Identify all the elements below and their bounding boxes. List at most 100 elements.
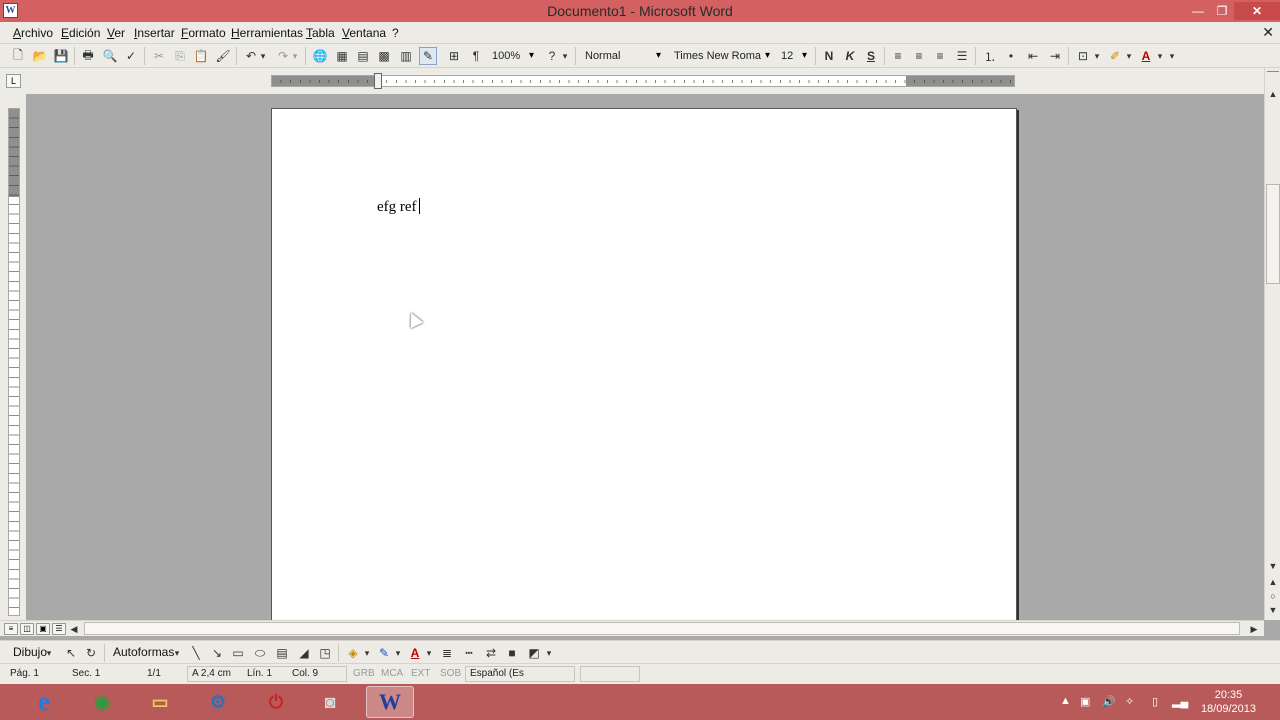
arrow-icon[interactable]: ↘ bbox=[208, 644, 226, 662]
tab-selector[interactable]: L bbox=[6, 74, 21, 88]
scroll-left-icon[interactable]: ◀ bbox=[68, 623, 80, 635]
print-icon[interactable]: 🖶 bbox=[79, 47, 97, 65]
line-icon[interactable]: ╲ bbox=[187, 644, 205, 662]
align-left-icon[interactable]: ≡ bbox=[889, 47, 907, 65]
next-page-icon[interactable]: ▼ bbox=[1267, 604, 1279, 616]
undo-dropdown-icon[interactable]: ▾ bbox=[258, 47, 268, 65]
rectangle-icon[interactable]: ▭ bbox=[229, 644, 247, 662]
fill-color-icon[interactable]: ◈ bbox=[344, 644, 362, 662]
select-objects-icon[interactable]: ↖ bbox=[62, 644, 80, 662]
status-record-macro[interactable]: GRB bbox=[353, 668, 375, 679]
3d-style-icon[interactable]: ◩ bbox=[525, 644, 543, 662]
text-box-icon[interactable]: ▤ bbox=[273, 644, 291, 662]
show-hide-paragraph-icon[interactable]: ¶ bbox=[467, 47, 485, 65]
zoom-select[interactable]: 100% bbox=[488, 47, 538, 65]
horizontal-ruler[interactable] bbox=[271, 73, 1015, 89]
close-button[interactable]: ✕ bbox=[1234, 2, 1280, 20]
align-right-icon[interactable]: ≡ bbox=[931, 47, 949, 65]
drawing-icon[interactable]: ✎ bbox=[419, 47, 437, 65]
tables-borders-icon[interactable]: ▦ bbox=[333, 47, 351, 65]
split-handle[interactable] bbox=[1267, 68, 1279, 72]
dibujo-dropdown-icon[interactable]: ▾ bbox=[44, 644, 54, 662]
fill-color-dropdown-icon[interactable]: ▾ bbox=[362, 644, 372, 662]
network-icon[interactable]: ▂▄ bbox=[1172, 695, 1188, 708]
menu-tabla[interactable]: Tabla bbox=[306, 26, 335, 40]
justify-icon[interactable]: ☰ bbox=[953, 47, 971, 65]
document-page[interactable]: efg ref bbox=[271, 108, 1017, 620]
web-view-icon[interactable]: ◫ bbox=[20, 623, 34, 635]
scroll-up-icon[interactable]: ▲ bbox=[1267, 88, 1279, 100]
oval-icon[interactable]: ⬭ bbox=[251, 644, 269, 662]
document-close-button[interactable]: ✕ bbox=[1262, 24, 1274, 41]
battery-icon[interactable]: ▯ bbox=[1152, 695, 1158, 708]
horizontal-scroll-thumb[interactable] bbox=[84, 622, 1240, 635]
previous-page-icon[interactable]: ▲ bbox=[1267, 576, 1279, 588]
restore-button[interactable]: ❐ bbox=[1210, 2, 1234, 20]
tray-camera-icon[interactable]: ▣ bbox=[1080, 695, 1090, 708]
control-panel-icon[interactable]: ⚙ bbox=[194, 686, 242, 718]
menu-ventana[interactable]: Ventana bbox=[342, 26, 386, 40]
print-layout-view-icon[interactable]: ▣ bbox=[36, 623, 50, 635]
document-map-icon[interactable]: ⊞ bbox=[445, 47, 463, 65]
insert-excel-icon[interactable]: ▩ bbox=[375, 47, 393, 65]
horizontal-scrollbar[interactable]: ≡ ◫ ▣ ☰ ◀ ▶ bbox=[0, 620, 1264, 636]
arrow-style-icon[interactable]: ⇄ bbox=[482, 644, 500, 662]
menu-formato[interactable]: Formato bbox=[181, 26, 226, 40]
columns-icon[interactable]: ▥ bbox=[397, 47, 415, 65]
spelling-icon[interactable]: ✓ bbox=[122, 47, 140, 65]
style-select[interactable]: Normal bbox=[581, 47, 665, 65]
autoformas-dropdown-icon[interactable]: ▾ bbox=[172, 644, 182, 662]
status-language[interactable]: Español (Es bbox=[470, 668, 524, 679]
font-size-select[interactable]: 12 bbox=[777, 47, 811, 65]
hyperlink-icon[interactable]: 🌐 bbox=[311, 47, 329, 65]
line-color-dropdown-icon[interactable]: ▾ bbox=[393, 644, 403, 662]
borders-dropdown-icon[interactable]: ▾ bbox=[1092, 47, 1102, 65]
underline-button[interactable]: S bbox=[862, 47, 880, 65]
menu-herramientas[interactable]: Herramientas bbox=[231, 26, 303, 40]
borders-icon[interactable]: ⊡ bbox=[1074, 47, 1092, 65]
scroll-down-icon[interactable]: ▼ bbox=[1267, 560, 1279, 572]
drawing-more-icon[interactable]: ▾ bbox=[544, 644, 554, 662]
scroll-right-icon[interactable]: ▶ bbox=[1248, 623, 1260, 635]
open-folder-icon[interactable]: 📂 bbox=[31, 47, 49, 65]
bold-button[interactable]: N bbox=[820, 47, 838, 65]
status-overtype[interactable]: SOB bbox=[440, 668, 461, 679]
redo-dropdown-icon[interactable]: ▾ bbox=[290, 47, 300, 65]
internet-explorer-icon[interactable]: e bbox=[20, 686, 68, 718]
paste-icon[interactable]: 📋 bbox=[192, 47, 210, 65]
highlight-dropdown-icon[interactable]: ▾ bbox=[1124, 47, 1134, 65]
tray-app-icon[interactable]: ✧ bbox=[1125, 695, 1134, 708]
line-style-icon[interactable]: ≣ bbox=[438, 644, 456, 662]
autoformas-menu[interactable]: Autoformas bbox=[113, 645, 174, 659]
clip-art-icon[interactable]: ◳ bbox=[316, 644, 334, 662]
document-text[interactable]: efg ref bbox=[377, 198, 420, 216]
chrome-icon[interactable]: ◉ bbox=[78, 686, 126, 718]
cut-icon[interactable]: ✂ bbox=[150, 47, 168, 65]
camera-icon[interactable]: ◙ bbox=[306, 686, 354, 718]
vertical-scrollbar[interactable]: ▲ ▼ ▲ ○ ▼ bbox=[1264, 68, 1280, 620]
italic-button[interactable]: K bbox=[841, 47, 859, 65]
line-color-icon[interactable]: ✎ bbox=[375, 644, 393, 662]
wordart-icon[interactable]: ◢ bbox=[295, 644, 313, 662]
show-hidden-icons-icon[interactable]: ▲ bbox=[1060, 695, 1071, 707]
format-painter-icon[interactable]: 🖌 bbox=[214, 47, 232, 65]
menu-insertar[interactable]: Insertar bbox=[134, 26, 175, 40]
word-taskbar-icon[interactable]: W bbox=[366, 686, 414, 718]
toolbar-more-icon[interactable]: ▾ bbox=[1167, 47, 1177, 65]
align-center-icon[interactable]: ≡ bbox=[910, 47, 928, 65]
document-area[interactable]: efg ref bbox=[26, 94, 1264, 620]
minimize-button[interactable]: — bbox=[1186, 2, 1210, 20]
numbering-icon[interactable]: ⒈ bbox=[981, 47, 999, 65]
menu-ver[interactable]: Ver bbox=[107, 26, 125, 40]
outline-view-icon[interactable]: ☰ bbox=[52, 623, 66, 635]
status-track-changes[interactable]: MCA bbox=[381, 668, 403, 679]
decrease-indent-icon[interactable]: ⇤ bbox=[1024, 47, 1042, 65]
menu-help[interactable]: ? bbox=[392, 26, 399, 40]
copy-icon[interactable]: ⎘ bbox=[171, 47, 189, 65]
file-explorer-icon[interactable]: ▭ bbox=[136, 686, 184, 718]
clock[interactable]: 20:35 18/09/2013 bbox=[1201, 688, 1256, 716]
indent-marker[interactable] bbox=[374, 73, 382, 89]
print-preview-icon[interactable]: 🔍 bbox=[101, 47, 119, 65]
draw-font-color-icon[interactable]: A bbox=[406, 644, 424, 662]
font-color-icon[interactable]: A bbox=[1137, 47, 1155, 65]
